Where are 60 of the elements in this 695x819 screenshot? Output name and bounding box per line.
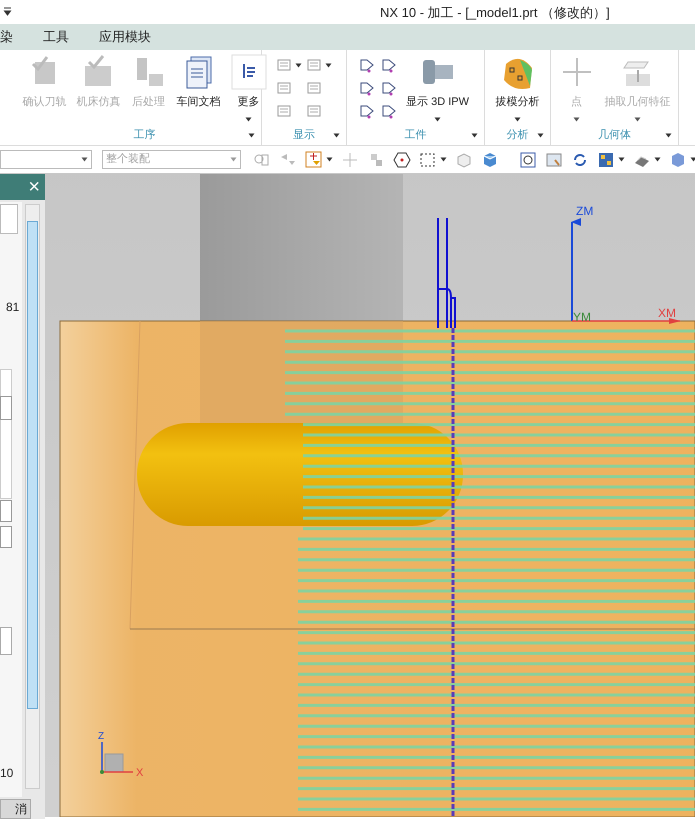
menu-item[interactable]: 应用模块: [99, 27, 151, 47]
group-label: 分析: [506, 128, 528, 143]
dropdown-field[interactable]: [0, 500, 12, 522]
caret-icon[interactable]: [325, 62, 332, 68]
axis-label: Z: [98, 731, 104, 742]
scrollbar[interactable]: [25, 204, 40, 789]
caret-icon[interactable]: [295, 62, 302, 68]
group-label: 显示: [293, 128, 315, 143]
view-layout-icon[interactable]: [597, 150, 615, 168]
ribbon-button[interactable]: 显示 3D IPW: [403, 54, 472, 122]
caret-icon[interactable]: [326, 157, 333, 162]
caret-icon[interactable]: [471, 133, 478, 138]
panel-icon: [276, 80, 292, 96]
axis-label: YM: [573, 310, 591, 324]
dropdown-field[interactable]: [0, 526, 12, 548]
menu-item[interactable]: 工具: [43, 27, 69, 47]
caret-icon[interactable]: [81, 157, 88, 162]
cube-icon[interactable]: [481, 150, 499, 168]
cancel-button[interactable]: 消: [0, 799, 31, 819]
caret-icon[interactable]: [665, 133, 672, 138]
zoom-window-icon[interactable]: [519, 150, 537, 168]
caret-icon[interactable]: [537, 133, 544, 138]
axis-label: ZM: [576, 204, 594, 218]
window-title: NX 10 - 加工 - [_model1.prt （修改的）]: [380, 4, 610, 22]
dropdown-field[interactable]: [0, 396, 12, 420]
group-label: 工件: [404, 128, 426, 143]
caret-icon[interactable]: [333, 133, 340, 138]
caret-icon[interactable]: [434, 116, 441, 122]
input-field[interactable]: [0, 627, 12, 655]
caret-icon[interactable]: [618, 157, 625, 162]
ribbon-button[interactable]: 车间文档: [174, 54, 224, 110]
value-text: 81: [6, 299, 20, 316]
value-text: 10: [0, 765, 14, 782]
panel-icon: [276, 103, 292, 119]
panel-icon: [306, 103, 322, 119]
caret-icon[interactable]: [440, 157, 447, 162]
caret-icon[interactable]: [248, 133, 255, 138]
axis-label: X: [136, 767, 144, 779]
pan-icon[interactable]: [545, 150, 563, 168]
snap-filter-icon[interactable]: [305, 150, 323, 168]
panel-icon: [306, 57, 322, 73]
group-label: 工序: [134, 128, 156, 143]
ribbon-button[interactable]: 更多: [228, 54, 270, 122]
dropdown-field[interactable]: [0, 150, 92, 169]
dropdown-icon[interactable]: [3, 7, 12, 16]
panel-icon: [276, 57, 292, 73]
caret-icon[interactable]: [654, 157, 661, 162]
group-label: 几何体: [598, 128, 631, 143]
close-button[interactable]: ×: [28, 177, 40, 197]
ribbon-button[interactable]: 拔模分析: [492, 54, 542, 122]
caret-icon[interactable]: [514, 116, 521, 122]
hexagon-icon[interactable]: [393, 150, 411, 168]
menu-item[interactable]: 染: [0, 27, 13, 47]
caret-icon[interactable]: [245, 116, 252, 122]
scrollbar-thumb[interactable]: [27, 221, 38, 709]
panel-icon: [306, 80, 322, 96]
select-box-icon[interactable]: [419, 150, 437, 168]
spin-field[interactable]: [0, 204, 18, 234]
axis-label: XM: [658, 306, 676, 320]
caret-icon[interactable]: [690, 157, 695, 162]
